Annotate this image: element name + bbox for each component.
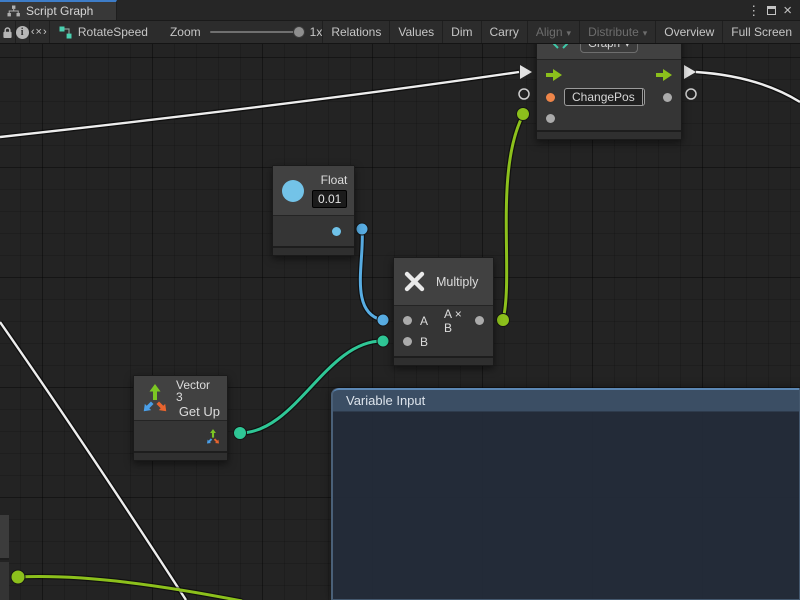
offscreen-node-fragment[interactable] [0, 515, 9, 560]
align-dropdown-button[interactable]: Align [527, 21, 579, 43]
info-icon: i [16, 26, 29, 39]
multiply-node-footer [394, 356, 493, 365]
close-icon[interactable]: × [783, 3, 792, 18]
lock-button[interactable] [0, 21, 16, 43]
tab-label: Script Graph [26, 4, 93, 18]
vector3-icon [141, 382, 169, 414]
maximize-icon[interactable] [767, 6, 776, 15]
float-wire [360, 229, 382, 320]
relations-button[interactable]: Relations [322, 21, 389, 43]
chevron-down-icon [625, 44, 630, 50]
multiply-input-b-port[interactable] [377, 335, 389, 347]
event-node-header: Graph [537, 44, 681, 60]
graph-canvas[interactable]: Variable Input [0, 44, 800, 600]
zoom-value: 1x [310, 25, 323, 39]
variable-name-port[interactable] [546, 93, 555, 102]
script-graph-window: Script Graph ⋮ × i ‹×› [0, 0, 800, 600]
graph-name-label: RotateSpeed [78, 25, 148, 39]
flow-wire-out-outline [696, 72, 800, 102]
graph-toolbar: i ‹×› RotateSpeed Zoom 1x Relations Valu [0, 21, 800, 44]
graph-reference[interactable]: RotateSpeed [59, 21, 148, 43]
event-flow-out-triangle[interactable] [684, 65, 696, 79]
variable-select-value: ChangePos [565, 90, 642, 104]
code-view-button[interactable]: ‹×› [30, 21, 50, 43]
vector3-port-icon[interactable] [205, 428, 221, 445]
chevron-down-icon [567, 25, 572, 39]
kebab-menu-icon[interactable]: ⋮ [747, 4, 760, 17]
event-node-footer [537, 130, 681, 139]
multiply-input-a-port[interactable] [377, 314, 389, 326]
multiply-input-b-label: B [420, 335, 428, 349]
event-value-input-port[interactable] [517, 108, 530, 121]
multiply-output-port[interactable] [497, 314, 510, 327]
zoom-label: Zoom [170, 25, 201, 39]
flow-wire-out [696, 72, 800, 102]
multiply-b-inline-port[interactable] [403, 337, 412, 346]
event-flow-in-triangle[interactable] [520, 65, 532, 79]
green-wire-endpoint[interactable] [11, 570, 25, 584]
tab-bar: Script Graph ⋮ × [0, 0, 800, 21]
chevron-down-icon: ▼ [642, 89, 645, 105]
multiply-a-inline-port[interactable] [403, 316, 412, 325]
float-node-footer [273, 246, 354, 255]
event-output-value-port[interactable] [663, 93, 672, 102]
vector-get-up-node[interactable]: Vector 3 Get Up [133, 375, 228, 461]
overview-button[interactable]: Overview [655, 21, 722, 43]
script-graph-icon [7, 5, 20, 17]
vector-output-port[interactable] [234, 427, 247, 440]
event-extra-input-port[interactable] [546, 114, 555, 123]
full-screen-button[interactable]: Full Screen [722, 21, 800, 43]
tab-bar-empty [117, 0, 747, 20]
code-view-icon: ‹×› [31, 26, 48, 38]
flow-out-arrow-icon[interactable] [656, 69, 672, 81]
graph-dropdown-label: Graph [588, 44, 620, 50]
dim-button[interactable]: Dim [442, 21, 480, 43]
distribute-dropdown-button[interactable]: Distribute [579, 21, 655, 43]
graph-dropdown[interactable]: Graph [580, 44, 638, 53]
vector-node-title: Get Up [179, 405, 220, 418]
multiply-out-inline-port[interactable] [475, 316, 484, 325]
tab-script-graph[interactable]: Script Graph [0, 0, 117, 20]
event-unconnected-port-left[interactable] [519, 89, 529, 99]
values-button[interactable]: Values [389, 21, 442, 43]
event-node[interactable]: Graph ChangePos ▼ [536, 44, 682, 140]
flow-in-arrow-icon[interactable] [546, 69, 562, 81]
multiply-icon [404, 271, 425, 292]
float-type-icon [282, 180, 304, 202]
multiply-node-title: Multiply [436, 275, 478, 289]
multiply-output-label: A × B [444, 307, 467, 335]
multiply-node[interactable]: Multiply A A × B B [393, 257, 494, 366]
multiply-result-wire [503, 115, 523, 320]
zoom-slider-handle[interactable] [293, 26, 305, 38]
graph-asset-icon [59, 26, 72, 39]
variable-select[interactable]: ChangePos ▼ [564, 88, 645, 106]
float-node-title: Float [321, 173, 348, 187]
event-unconnected-port-right[interactable] [686, 89, 696, 99]
offscreen-node-fragment-footer [0, 562, 9, 600]
vector-node-category: Vector 3 [176, 379, 220, 403]
green-wire-bottom-outline [18, 577, 242, 600]
multiply-input-a-label: A [420, 314, 428, 328]
lock-icon [2, 26, 13, 39]
vector-node-footer [134, 451, 227, 460]
info-button[interactable]: i [16, 21, 30, 43]
script-graph-asset-icon [553, 44, 568, 50]
float-output-port[interactable] [356, 223, 368, 235]
carry-button[interactable]: Carry [481, 21, 527, 43]
zoom-slider[interactable] [210, 31, 302, 33]
float-value-input[interactable]: 0.01 [312, 190, 347, 208]
float-inline-output-port[interactable] [332, 227, 341, 236]
chevron-down-icon [643, 25, 648, 39]
vector-wire [240, 341, 382, 433]
float-node[interactable]: Float 0.01 [272, 165, 355, 256]
